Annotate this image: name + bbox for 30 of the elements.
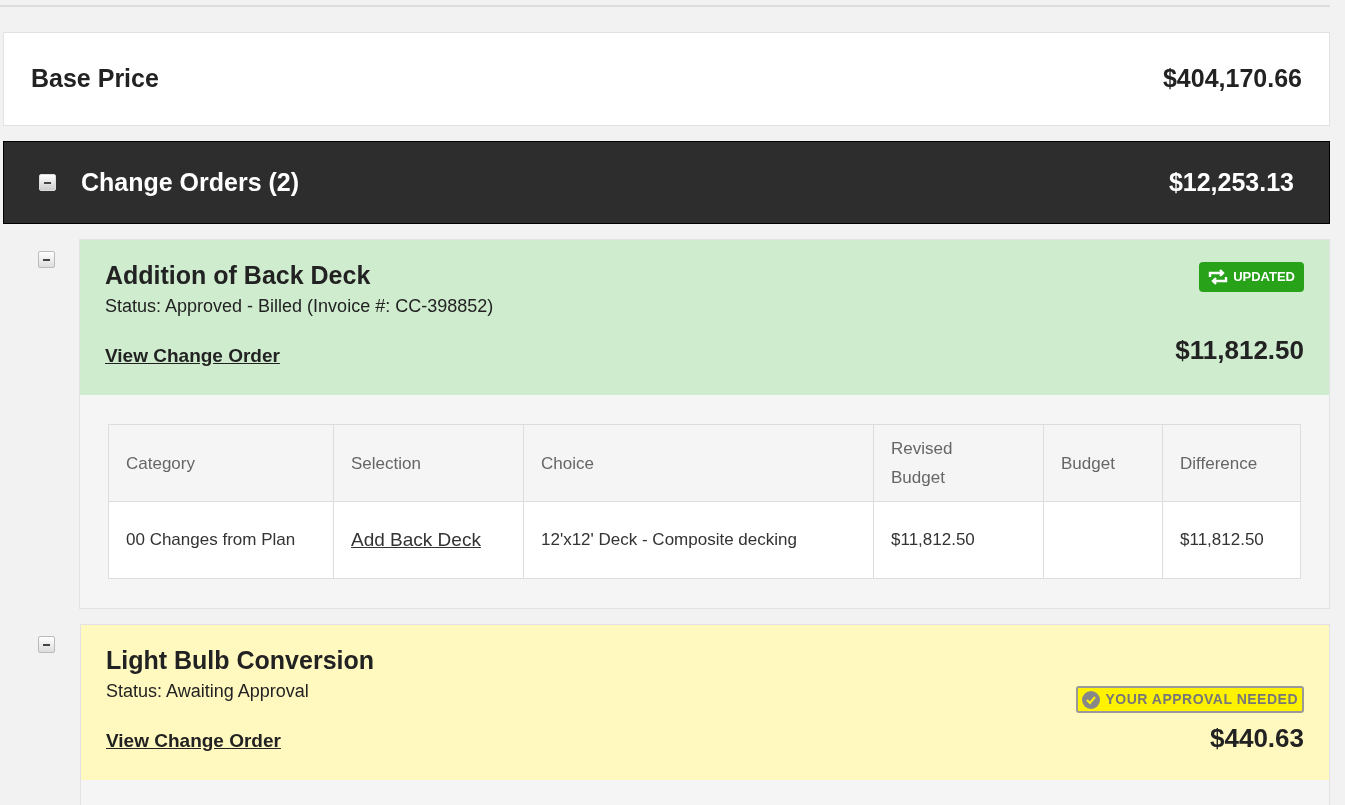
- selection-link[interactable]: Add Back Deck: [351, 528, 481, 550]
- change-orders-title: Change Orders (2): [81, 166, 300, 198]
- collapse-icon[interactable]: [39, 174, 56, 191]
- change-order-status: Status: Approved - Billed (Invoice #: CC-398852): [105, 295, 494, 318]
- table-cell: 00 Changes from Plan: [126, 530, 296, 549]
- column-header: Category: [126, 452, 196, 475]
- change-orders-total: $12,253.13: [1168, 166, 1294, 198]
- repeat-icon: [1208, 268, 1229, 285]
- column-header: Revised Budget: [891, 438, 954, 489]
- approval-badge: YOUR APPROVAL NEEDED: [1076, 686, 1304, 713]
- column-header: Budget: [1061, 452, 1116, 475]
- collapse-icon[interactable]: [38, 251, 55, 268]
- table-cell: $11,812.50: [891, 530, 975, 549]
- collapse-icon[interactable]: [38, 636, 55, 653]
- base-price-label: Base Price: [31, 63, 159, 95]
- table-cell: $11,812.50: [1180, 530, 1264, 549]
- change-order-amount: $440.63: [1210, 722, 1304, 755]
- view-change-order-link[interactable]: View Change Order: [105, 342, 280, 371]
- updated-badge: UPDATED: [1199, 262, 1304, 292]
- change-order-status: Status: Awaiting Approval: [106, 680, 310, 703]
- column-header: Choice: [541, 452, 595, 475]
- change-order-amount: $11,812.50: [1175, 334, 1304, 367]
- view-change-order-link[interactable]: View Change Order: [106, 727, 281, 756]
- column-header: Selection: [351, 452, 422, 475]
- table-cell: 12'x12' Deck - Composite decking: [541, 530, 797, 549]
- change-order-title: Light Bulb Conversion: [106, 645, 375, 675]
- check-circle-icon: [1082, 690, 1101, 709]
- base-price-amount: $404,170.66: [1162, 63, 1302, 95]
- change-order-title: Addition of Back Deck: [105, 260, 372, 290]
- column-header: Difference: [1180, 452, 1259, 475]
